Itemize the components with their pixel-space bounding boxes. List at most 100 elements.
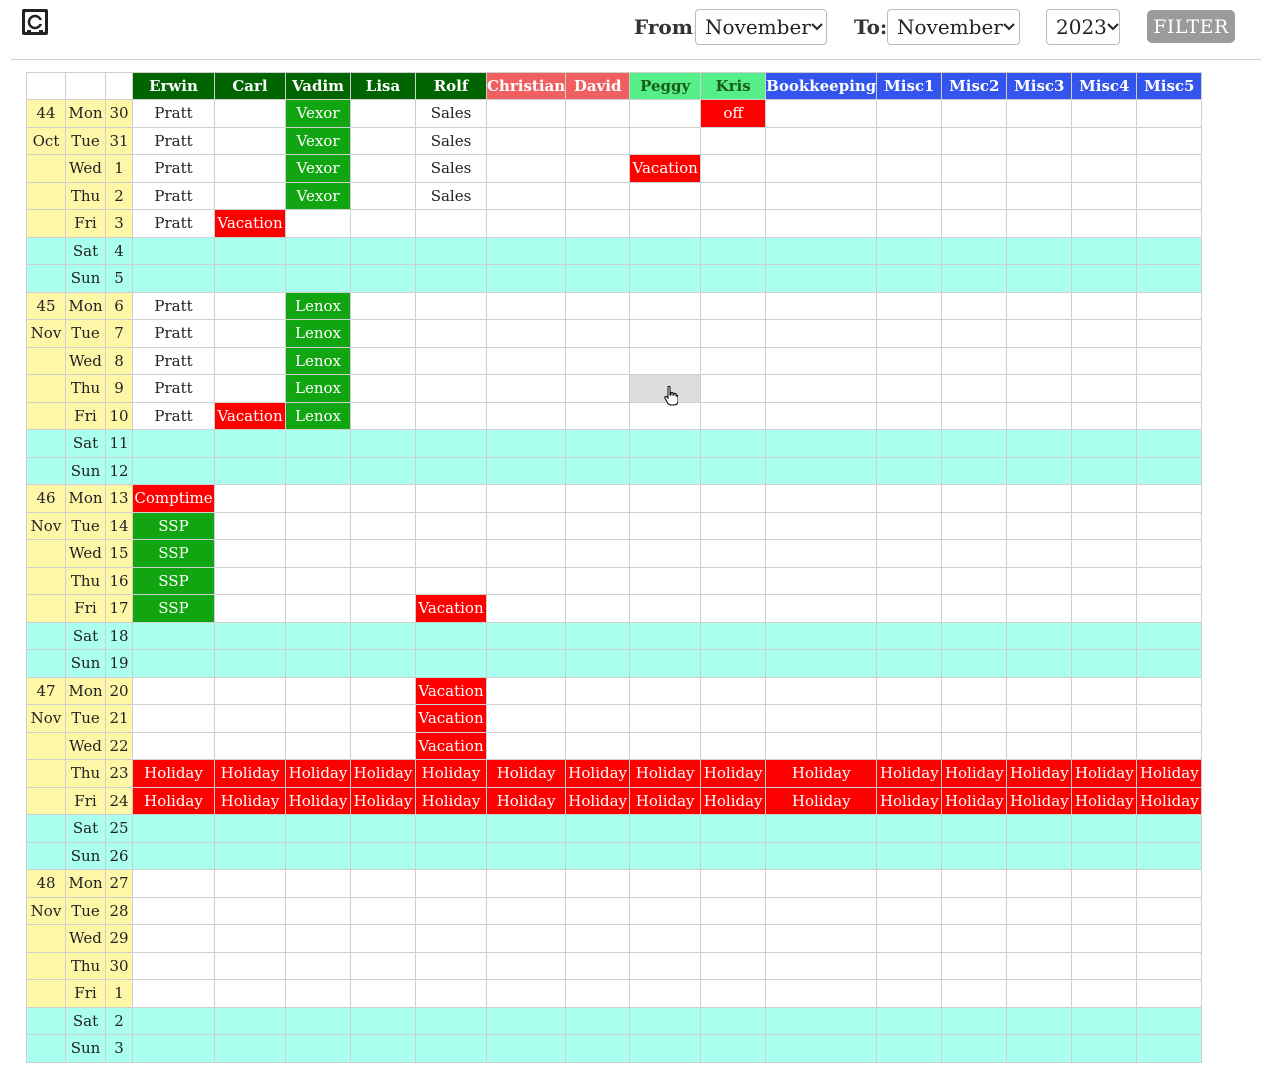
schedule-cell[interactable] <box>565 484 631 513</box>
schedule-cell[interactable]: Holiday <box>1006 759 1073 788</box>
schedule-cell[interactable] <box>765 539 878 568</box>
schedule-cell[interactable] <box>1006 869 1073 898</box>
schedule-cell[interactable] <box>1136 346 1203 375</box>
schedule-cell[interactable] <box>1006 209 1073 238</box>
schedule-cell[interactable] <box>1136 676 1203 705</box>
schedule-cell[interactable] <box>629 236 702 265</box>
schedule-cell[interactable] <box>350 346 416 375</box>
schedule-cell[interactable] <box>876 869 943 898</box>
schedule-cell[interactable] <box>700 319 767 348</box>
schedule-cell[interactable] <box>350 99 416 128</box>
schedule-cell[interactable]: Sales <box>415 99 487 128</box>
schedule-cell[interactable] <box>1136 594 1203 623</box>
schedule-cell[interactable] <box>415 346 487 375</box>
schedule-cell[interactable] <box>565 951 631 980</box>
schedule-cell[interactable] <box>876 346 943 375</box>
schedule-cell[interactable]: SSP <box>132 594 215 623</box>
schedule-cell[interactable] <box>214 704 286 733</box>
schedule-cell[interactable] <box>765 374 878 403</box>
schedule-cell[interactable] <box>941 484 1008 513</box>
schedule-cell[interactable] <box>485 429 567 458</box>
schedule-cell[interactable] <box>565 154 631 183</box>
schedule-cell[interactable] <box>1136 704 1203 733</box>
schedule-cell[interactable] <box>415 429 487 458</box>
schedule-cell[interactable] <box>485 319 567 348</box>
schedule-cell[interactable] <box>765 126 878 155</box>
schedule-cell[interactable] <box>765 154 878 183</box>
schedule-cell[interactable] <box>765 704 878 733</box>
schedule-cell[interactable] <box>1136 814 1203 843</box>
schedule-cell[interactable] <box>765 456 878 485</box>
schedule-cell[interactable] <box>941 429 1008 458</box>
schedule-cell[interactable] <box>765 951 878 980</box>
schedule-cell[interactable] <box>285 209 351 238</box>
schedule-cell[interactable] <box>1006 1006 1073 1035</box>
schedule-cell[interactable] <box>1136 539 1203 568</box>
schedule-cell[interactable] <box>132 704 215 733</box>
schedule-cell[interactable] <box>629 1006 702 1035</box>
schedule-cell[interactable]: Pratt <box>132 401 215 430</box>
schedule-cell[interactable] <box>214 291 286 320</box>
schedule-cell[interactable] <box>350 1006 416 1035</box>
schedule-cell[interactable] <box>285 621 351 650</box>
schedule-cell[interactable] <box>565 264 631 293</box>
schedule-cell[interactable] <box>214 869 286 898</box>
schedule-cell[interactable] <box>629 951 702 980</box>
schedule-cell[interactable] <box>876 1034 943 1063</box>
schedule-cell[interactable] <box>1136 1006 1203 1035</box>
schedule-cell[interactable] <box>629 319 702 348</box>
schedule-cell[interactable] <box>350 841 416 870</box>
schedule-cell[interactable]: Pratt <box>132 209 215 238</box>
schedule-cell[interactable] <box>214 676 286 705</box>
schedule-cell[interactable]: Holiday <box>1071 759 1138 788</box>
schedule-cell[interactable] <box>415 401 487 430</box>
schedule-cell[interactable] <box>485 236 567 265</box>
schedule-cell[interactable] <box>1071 1006 1138 1035</box>
schedule-cell[interactable] <box>1006 1034 1073 1063</box>
schedule-cell[interactable] <box>132 979 215 1008</box>
schedule-cell[interactable] <box>1071 594 1138 623</box>
schedule-cell[interactable]: Holiday <box>415 786 487 815</box>
schedule-cell[interactable] <box>485 539 567 568</box>
schedule-cell[interactable] <box>565 346 631 375</box>
schedule-cell[interactable] <box>485 346 567 375</box>
schedule-cell[interactable] <box>214 979 286 1008</box>
schedule-cell[interactable]: Lenox <box>285 319 351 348</box>
schedule-cell[interactable]: Vacation <box>415 704 487 733</box>
schedule-cell[interactable] <box>485 181 567 210</box>
schedule-cell[interactable] <box>285 951 351 980</box>
schedule-cell[interactable]: Holiday <box>565 759 631 788</box>
schedule-cell[interactable]: Holiday <box>214 786 286 815</box>
schedule-cell[interactable] <box>415 484 487 513</box>
schedule-cell[interactable] <box>214 539 286 568</box>
schedule-cell[interactable] <box>1071 924 1138 953</box>
schedule-cell[interactable] <box>1006 99 1073 128</box>
schedule-cell[interactable] <box>1071 209 1138 238</box>
schedule-cell[interactable] <box>1071 511 1138 540</box>
schedule-cell[interactable] <box>415 869 487 898</box>
schedule-cell[interactable] <box>350 731 416 760</box>
schedule-cell[interactable] <box>941 869 1008 898</box>
schedule-cell[interactable] <box>350 649 416 678</box>
schedule-cell[interactable] <box>485 511 567 540</box>
schedule-cell[interactable] <box>1136 951 1203 980</box>
schedule-cell[interactable] <box>876 979 943 1008</box>
schedule-cell[interactable] <box>629 126 702 155</box>
schedule-cell[interactable] <box>214 99 286 128</box>
schedule-cell[interactable] <box>700 456 767 485</box>
schedule-cell[interactable] <box>132 264 215 293</box>
schedule-cell[interactable] <box>941 154 1008 183</box>
schedule-cell[interactable] <box>1071 291 1138 320</box>
schedule-cell[interactable] <box>415 1034 487 1063</box>
schedule-cell[interactable] <box>1006 841 1073 870</box>
schedule-cell[interactable] <box>1006 951 1073 980</box>
schedule-cell[interactable] <box>876 209 943 238</box>
schedule-cell[interactable] <box>1136 291 1203 320</box>
schedule-cell[interactable] <box>700 869 767 898</box>
schedule-cell[interactable] <box>1006 264 1073 293</box>
schedule-cell[interactable] <box>565 236 631 265</box>
schedule-cell[interactable] <box>415 951 487 980</box>
schedule-cell[interactable] <box>1006 181 1073 210</box>
schedule-cell[interactable] <box>1136 456 1203 485</box>
schedule-cell[interactable]: Holiday <box>485 759 567 788</box>
